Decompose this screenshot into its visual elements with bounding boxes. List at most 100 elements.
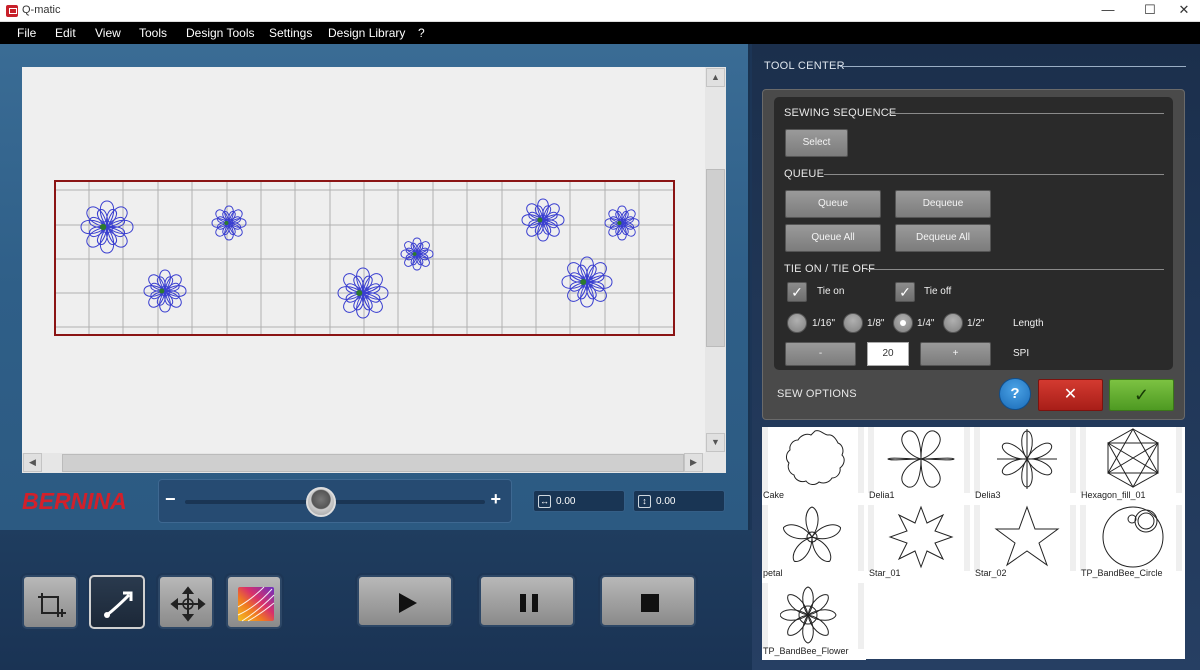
width-field[interactable]: ↔ 0.00 <box>533 490 625 512</box>
library-item-name: Delia1 <box>869 490 895 500</box>
flower-motif[interactable] <box>400 237 434 271</box>
pause-button[interactable] <box>479 575 575 627</box>
menu-settings[interactable]: Settings <box>269 26 312 40</box>
stripe <box>1080 427 1086 493</box>
path-tool-button[interactable] <box>89 575 145 629</box>
star5-icon <box>994 505 1060 567</box>
select-button[interactable]: Select <box>785 129 848 157</box>
menu-design-library[interactable]: Design Library <box>328 26 405 40</box>
play-button[interactable] <box>357 575 453 627</box>
delia3-icon <box>997 429 1057 489</box>
stop-button[interactable] <box>600 575 696 627</box>
sew-options-label: SEW OPTIONS <box>777 388 857 400</box>
star8-icon <box>888 505 954 569</box>
maximize-button[interactable]: ☐ <box>1132 0 1168 22</box>
dequeue-button[interactable]: Dequeue <box>895 190 991 218</box>
library-item-bandbee-circle[interactable]: TP_BandBee_Circle <box>1080 505 1184 582</box>
library-item-cake[interactable]: Cake <box>762 427 866 504</box>
library-item-petal[interactable]: petal <box>762 505 866 582</box>
height-field[interactable]: ↕ 0.00 <box>633 490 725 512</box>
length-label: Length <box>1013 318 1044 329</box>
scroll-corner <box>705 453 726 473</box>
flower-motif[interactable] <box>211 205 247 241</box>
tie-off-checkbox[interactable]: ✓ <box>895 282 915 302</box>
library-item-star02[interactable]: Star_02 <box>974 505 1078 582</box>
length-radio-1-2[interactable] <box>943 313 963 333</box>
library-item-name: Hexagon_fill_01 <box>1081 490 1146 500</box>
length-radio-1-8[interactable] <box>843 313 863 333</box>
library-item-star01[interactable]: Star_01 <box>868 505 972 582</box>
horizontal-scrollbar[interactable]: ◀ ▶ <box>22 453 705 473</box>
tool-center-label: TOOL CENTER <box>764 60 845 72</box>
bandbee-circle-icon <box>1102 506 1164 568</box>
scroll-down-arrow[interactable]: ▼ <box>706 433 725 452</box>
length-radio-1-16[interactable] <box>787 313 807 333</box>
tie-on-tie-off-label: TIE ON / TIE OFF <box>784 263 876 275</box>
scroll-left-arrow[interactable]: ◀ <box>23 453 42 472</box>
menu-bar: File Edit View Tools Design Tools Settin… <box>0 22 1200 44</box>
library-item-name: Star_01 <box>869 568 901 578</box>
menu-view[interactable]: View <box>95 26 121 40</box>
color-tool-button[interactable] <box>226 575 282 629</box>
crop-tool-button[interactable] <box>22 575 78 629</box>
zoom-slider-knob[interactable] <box>306 487 336 517</box>
library-item-name: TP_BandBee_Flower <box>763 646 849 656</box>
vertical-scroll-thumb[interactable] <box>706 169 725 347</box>
menu-help[interactable]: ? <box>418 26 425 40</box>
library-item-hexagon-fill[interactable]: Hexagon_fill_01 <box>1080 427 1184 504</box>
queue-all-button[interactable]: Queue All <box>785 224 881 252</box>
library-item-delia1[interactable]: Delia1 <box>868 427 972 504</box>
zoom-out-icon[interactable]: − <box>165 489 176 510</box>
library-item-name: Delia3 <box>975 490 1001 500</box>
stripe <box>858 505 864 571</box>
width-icon: ↔ <box>538 495 551 508</box>
spi-label: SPI <box>1013 348 1030 359</box>
cancel-button[interactable]: ✕ <box>1038 379 1103 411</box>
spi-increase-button[interactable]: + <box>920 342 991 366</box>
length-radio-1-4[interactable] <box>893 313 913 333</box>
menu-file[interactable]: File <box>17 26 36 40</box>
width-value: 0.00 <box>556 496 576 507</box>
design-canvas[interactable] <box>22 67 705 453</box>
close-button[interactable]: ✕ <box>1166 0 1200 22</box>
stripe <box>762 583 768 649</box>
length-label-1-4: 1/4" <box>917 318 935 329</box>
library-item-name: petal <box>763 568 783 578</box>
minimize-button[interactable]: — <box>1090 0 1126 22</box>
library-item-bandbee-flower[interactable]: TP_BandBee_Flower <box>762 583 866 660</box>
scroll-up-arrow[interactable]: ▲ <box>706 68 725 87</box>
path-icon <box>104 591 133 618</box>
zoom-in-icon[interactable]: + <box>490 489 501 510</box>
flower-motif[interactable] <box>143 269 187 313</box>
title-bar: Q-matic — ☐ ✕ <box>0 0 1200 22</box>
flower-motif[interactable] <box>521 198 565 242</box>
move-icon <box>170 586 206 622</box>
confirm-button[interactable]: ✓ <box>1109 379 1174 411</box>
design-library: Cake Delia1 Delia3 Hexagon_fill_01 petal… <box>762 427 1185 660</box>
library-item-name: Cake <box>763 490 785 500</box>
stripe <box>762 505 768 571</box>
library-item-name: TP_BandBee_Circle <box>1081 568 1163 578</box>
flower-motif[interactable] <box>604 205 640 241</box>
zoom-control: − + <box>158 479 512 523</box>
help-button[interactable]: ? <box>999 378 1031 410</box>
stripe <box>1176 427 1182 493</box>
queue-button[interactable]: Queue <box>785 190 881 218</box>
spi-decrease-button[interactable]: - <box>785 342 856 366</box>
move-tool-button[interactable] <box>158 575 214 629</box>
library-item-delia3[interactable]: Delia3 <box>974 427 1078 504</box>
length-label-1-8: 1/8" <box>867 318 885 329</box>
menu-edit[interactable]: Edit <box>55 26 76 40</box>
menu-design-tools[interactable]: Design Tools <box>186 26 254 40</box>
tie-on-checkbox[interactable]: ✓ <box>787 282 807 302</box>
dequeue-all-button[interactable]: Dequeue All <box>895 224 991 252</box>
vertical-scrollbar[interactable]: ▲ ▼ <box>705 67 726 453</box>
horizontal-scroll-thumb[interactable] <box>62 454 684 472</box>
bandbee-flower-icon <box>780 586 837 644</box>
stripe <box>1080 505 1086 571</box>
menu-tools[interactable]: Tools <box>139 26 167 40</box>
stripe <box>762 427 768 493</box>
spi-field[interactable]: 20 <box>867 342 909 366</box>
scroll-right-arrow[interactable]: ▶ <box>684 453 703 472</box>
tie-divider <box>866 269 1164 270</box>
